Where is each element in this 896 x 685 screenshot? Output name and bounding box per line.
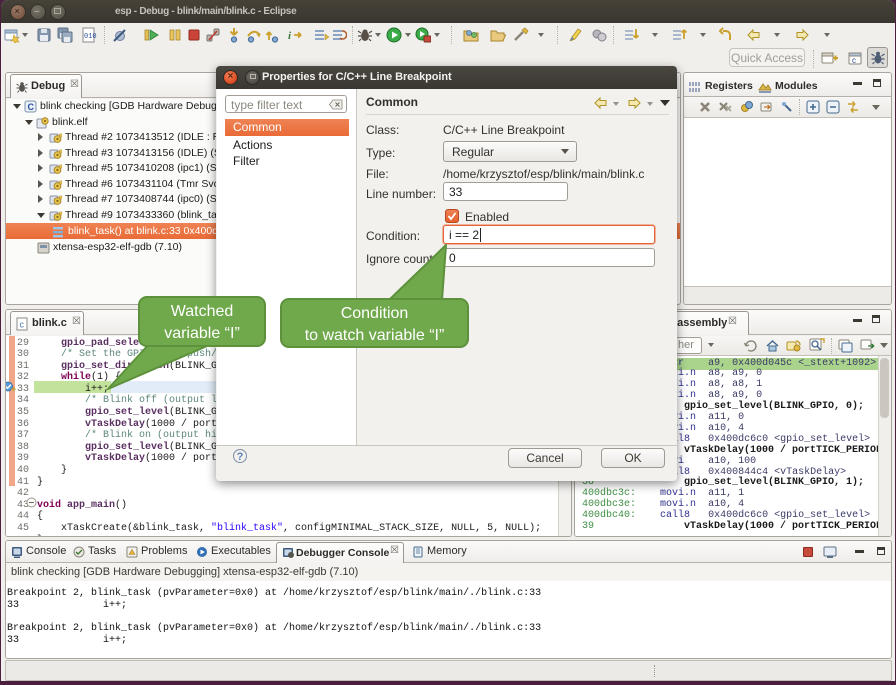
svg-text:010: 010 — [84, 33, 97, 41]
svg-text:c: c — [20, 320, 25, 330]
svg-text:i: i — [288, 30, 292, 42]
svg-text:C: C — [28, 102, 35, 112]
svg-text:c: c — [852, 56, 856, 65]
